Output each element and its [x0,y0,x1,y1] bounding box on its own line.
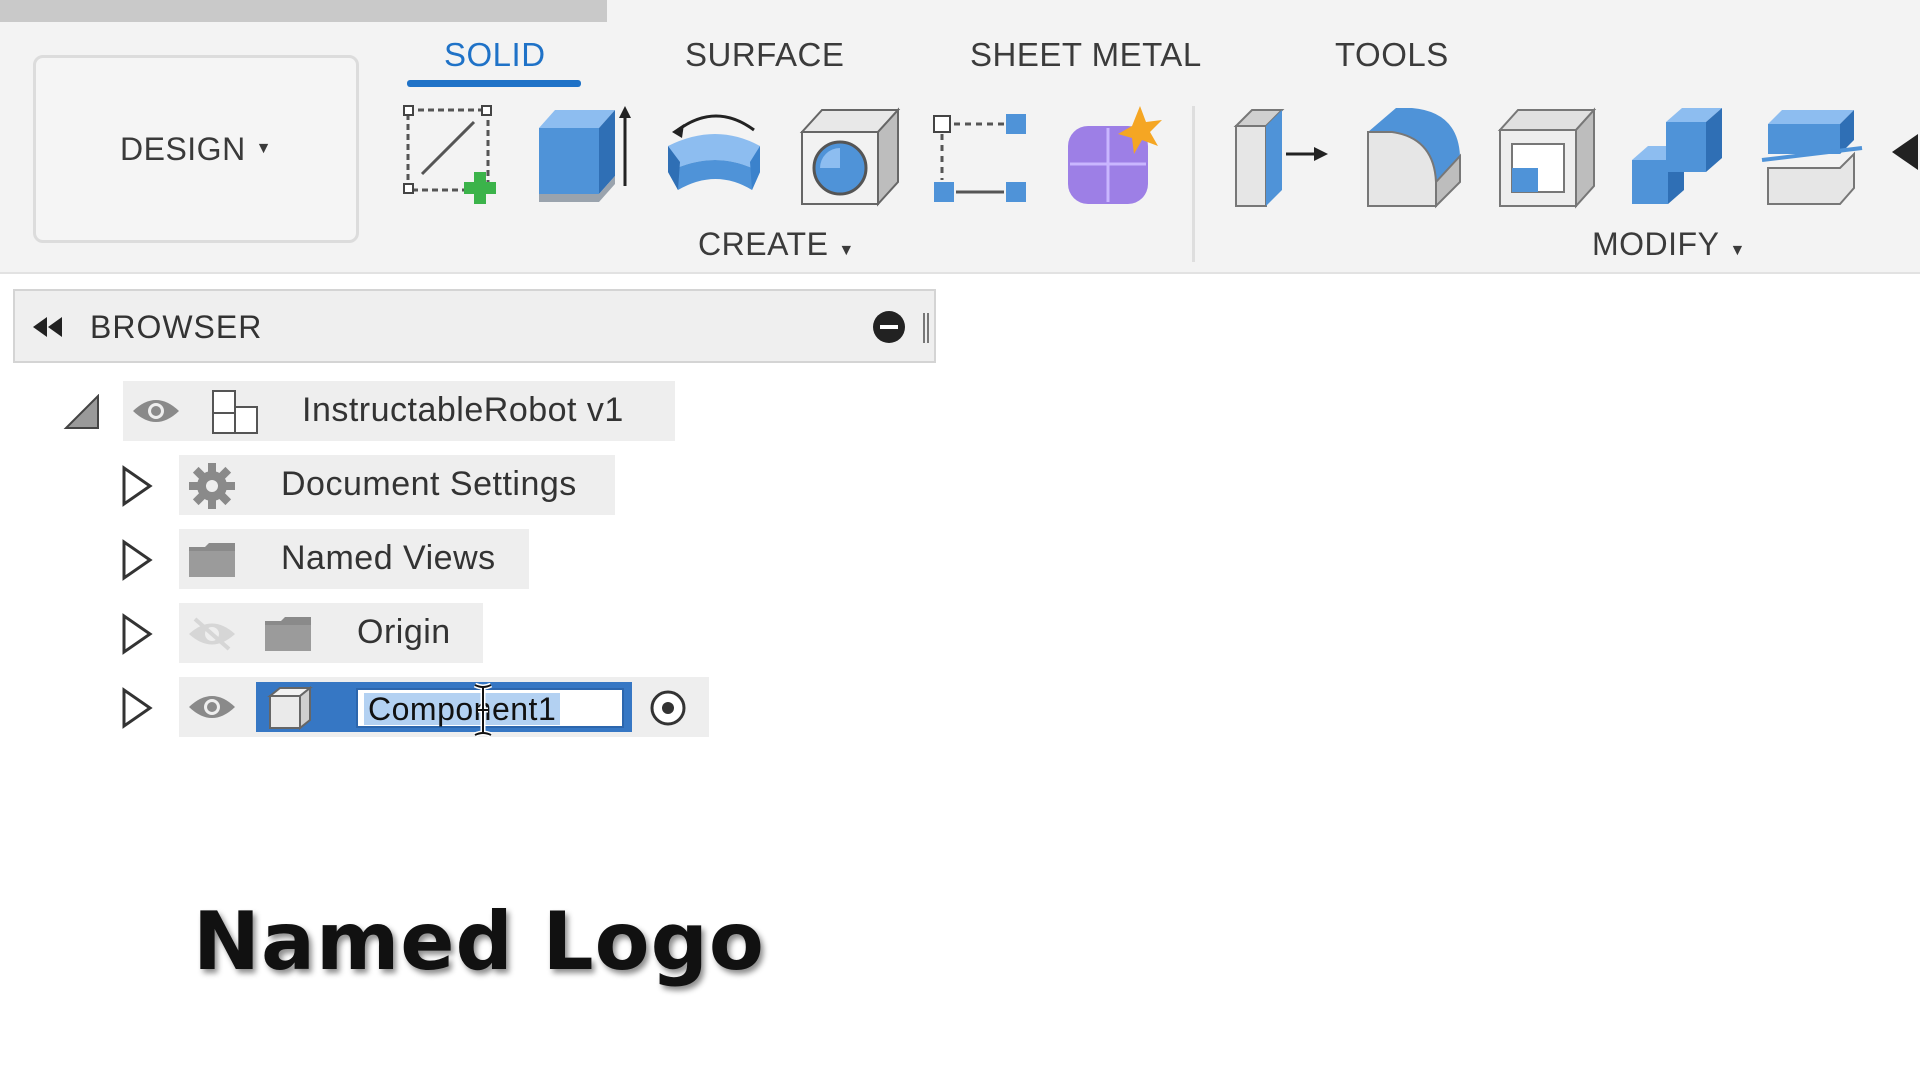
video-caption: Named Logo [193,895,765,988]
extrude-icon[interactable] [535,102,639,210]
text-cursor-icon [472,682,494,738]
tree-root-label: InstructableRobot v1 [302,391,624,429]
activate-component-icon[interactable] [649,689,687,727]
resize-grip-icon[interactable] [923,313,929,343]
collapse-triangle-icon[interactable] [62,393,100,430]
tree-item-origin[interactable]: Origin [179,603,483,663]
eye-icon[interactable] [131,395,181,427]
create-group-label: CREATE [698,226,829,262]
gear-icon [187,461,237,511]
caret-down-icon: ▼ [255,140,273,157]
title-strip [0,0,607,22]
tree-item-label: Named Views [281,539,496,577]
tab-sheet-metal[interactable]: SHEET METAL [970,36,1202,74]
folder-icon [187,541,237,579]
eye-hidden-icon[interactable] [187,617,237,651]
tree-item-document-settings[interactable]: Document Settings [179,455,615,515]
tree-item-label: Origin [357,613,451,651]
expand-arrow-icon[interactable] [120,538,154,582]
active-tab-indicator [407,80,581,87]
workspace-switcher-button[interactable]: DESIGN ▼ [33,55,359,243]
expand-arrow-icon[interactable] [120,686,154,730]
expand-arrow-icon[interactable] [120,464,154,508]
group-divider [1192,106,1195,262]
tree-root-row[interactable]: InstructableRobot v1 [123,381,675,441]
browser-title: BROWSER [90,309,263,345]
assembly-icon [209,387,261,437]
split-body-icon[interactable] [1760,102,1864,210]
modify-group-label: MODIFY [1592,226,1720,262]
workspace-label: DESIGN [119,130,246,167]
browser-panel-header: BROWSER [13,289,936,363]
tab-tools[interactable]: TOOLS [1335,36,1449,74]
form-icon[interactable] [1062,102,1166,210]
tab-solid[interactable]: SOLID [444,36,546,74]
press-pull-icon[interactable] [1230,102,1334,210]
modify-menu-button[interactable]: MODIFY ▼ [1592,226,1746,263]
combine-icon[interactable] [1626,102,1730,210]
tree-item-named-views[interactable]: Named Views [179,529,529,589]
shell-icon[interactable] [1494,102,1598,210]
eye-icon[interactable] [187,691,237,723]
expand-arrow-icon[interactable] [120,612,154,656]
revolve-icon[interactable] [664,102,768,210]
create-menu-button[interactable]: CREATE ▼ [698,226,855,263]
hole-icon[interactable] [798,102,902,210]
tab-surface[interactable]: SURFACE [685,36,844,74]
fillet-icon[interactable] [1362,102,1466,210]
create-sketch-icon[interactable] [402,102,506,210]
caret-down-icon: ▼ [838,242,855,259]
toolbar-scroll-left-icon[interactable] [1892,134,1918,170]
collapse-panel-icon[interactable] [31,313,67,341]
minimize-icon[interactable] [873,311,905,343]
folder-icon [263,615,313,653]
rename-editor: Component1 [256,682,632,732]
rectangular-pattern-icon[interactable] [928,102,1032,210]
component-icon [266,684,314,731]
caret-down-icon: ▼ [1729,242,1746,259]
tree-item-label: Document Settings [281,465,577,503]
selected-text: Component1 [364,693,561,725]
